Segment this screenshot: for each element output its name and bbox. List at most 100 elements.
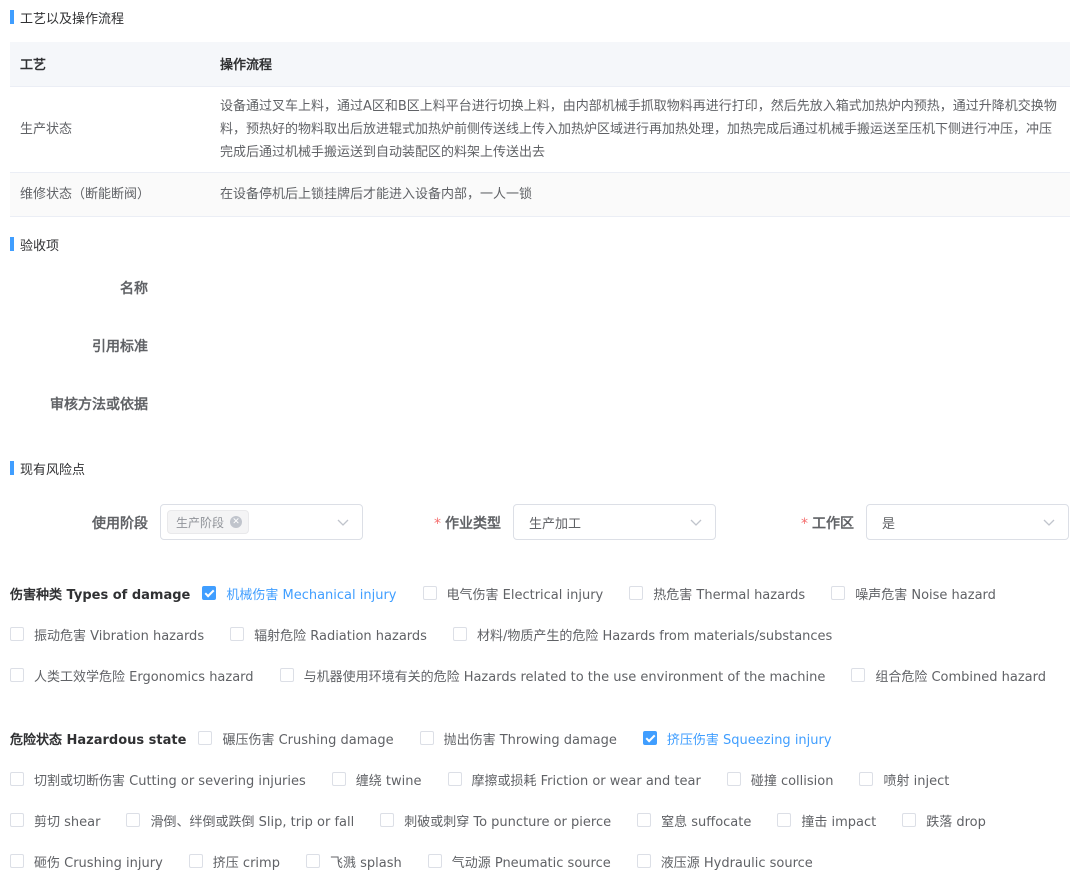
- checkbox-vibration-hazards[interactable]: 振动危害 Vibration hazards: [10, 625, 204, 644]
- section-title-risk: 现有风险点: [10, 460, 86, 478]
- damage-row-2: 振动危害 Vibration hazards 辐射危险 Radiation ha…: [10, 624, 858, 644]
- table-header-row: 工艺 操作流程: [10, 42, 1070, 87]
- checkbox-label: 辐射危险 Radiation hazards: [254, 628, 427, 644]
- stage-select[interactable]: 生产阶段 ✕: [160, 504, 363, 540]
- checkbox-ergonomics-hazard[interactable]: 人类工效学危险 Ergonomics hazard: [10, 666, 254, 685]
- checkbox-box[interactable]: [452, 627, 467, 641]
- checkbox-box[interactable]: [188, 854, 203, 868]
- method-label: 审核方法或依据: [50, 397, 148, 413]
- table-cell-flow: 设备通过叉车上料，通过A区和B区上料平台进行切换上料，由内部机械手抓取物料再进行…: [210, 86, 1070, 173]
- checkbox-cutting-injuries[interactable]: 切割或切断伤害 Cutting or severing injuries: [10, 770, 306, 789]
- job-type-label: * 作业类型: [400, 513, 501, 533]
- hazard-row-2: 切割或切断伤害 Cutting or severing injuries 缠绕 …: [10, 769, 975, 789]
- checkbox-electrical-injury[interactable]: 电气伤害 Electrical injury: [422, 584, 604, 603]
- checkbox-box[interactable]: [10, 813, 24, 827]
- checkbox-box[interactable]: [831, 586, 846, 600]
- work-area-select[interactable]: 是: [866, 504, 1069, 540]
- checkbox-throwing-damage[interactable]: 抛出伤害 Throwing damage: [419, 729, 617, 748]
- checkbox-hydraulic-source[interactable]: 液压源 Hydraulic source: [636, 852, 813, 871]
- checkbox-mechanical-injury[interactable]: 机械伤害 Mechanical injury: [202, 584, 397, 603]
- tag-close-icon[interactable]: ✕: [230, 516, 243, 528]
- checkbox-inject[interactable]: 喷射 inject: [859, 770, 949, 789]
- checkbox-impact[interactable]: 撞击 impact: [777, 811, 876, 830]
- checkbox-box[interactable]: [777, 813, 792, 827]
- checkbox-box[interactable]: [10, 772, 24, 786]
- section-title-process: 工艺以及操作流程: [10, 9, 124, 27]
- checkbox-label: 挤压 crimp: [212, 855, 280, 871]
- checkbox-label: 切割或切断伤害 Cutting or severing injuries: [34, 773, 306, 789]
- checkbox-box[interactable]: [198, 731, 213, 745]
- checkbox-material-hazards[interactable]: 材料/物质产生的危险 Hazards from materials/substa…: [452, 625, 832, 644]
- checkbox-label: 电气伤害 Electrical injury: [446, 587, 604, 603]
- checkbox-twine[interactable]: 缠绕 twine: [331, 770, 422, 789]
- checkbox-box[interactable]: [419, 731, 434, 745]
- required-mark: *: [434, 516, 441, 532]
- checkbox-box[interactable]: [902, 813, 917, 827]
- checkbox-box[interactable]: [422, 586, 437, 600]
- checkbox-friction[interactable]: 摩擦或损耗 Friction or wear and tear: [447, 770, 701, 789]
- section-marker: [10, 10, 14, 24]
- checkbox-box[interactable]: [859, 772, 874, 786]
- checkbox-splash[interactable]: 飞溅 splash: [305, 852, 402, 871]
- checkbox-box[interactable]: [10, 668, 24, 682]
- checkbox-thermal-hazards[interactable]: 热危害 Thermal hazards: [629, 584, 805, 603]
- checkbox-box[interactable]: [851, 668, 866, 682]
- job-type-label-text: 作业类型: [445, 516, 501, 532]
- checkbox-drop[interactable]: 跌落 drop: [902, 811, 986, 830]
- standard-label: 引用标准: [92, 339, 148, 355]
- checkbox-box[interactable]: [202, 586, 217, 600]
- checkbox-box[interactable]: [230, 627, 245, 641]
- checkbox-box[interactable]: [331, 772, 346, 786]
- checkbox-collision[interactable]: 碰撞 collision: [726, 770, 834, 789]
- checkbox-combined-hazard[interactable]: 组合危险 Combined hazard: [851, 666, 1046, 685]
- checkbox-box[interactable]: [447, 772, 462, 786]
- checkbox-box[interactable]: [126, 813, 141, 827]
- checkbox-box[interactable]: [279, 668, 294, 682]
- checkbox-label: 跌落 drop: [926, 814, 986, 830]
- table-cell-process: 维修状态（断能断阀）: [10, 172, 210, 217]
- checkbox-radiation-hazards[interactable]: 辐射危险 Radiation hazards: [230, 625, 427, 644]
- checkbox-shear[interactable]: 剪切 shear: [10, 811, 100, 830]
- checkbox-label: 碰撞 collision: [750, 773, 834, 789]
- checkbox-box[interactable]: [642, 731, 657, 745]
- checkbox-pneumatic-source[interactable]: 气动源 Pneumatic source: [427, 852, 611, 871]
- checkbox-box[interactable]: [380, 813, 395, 827]
- job-type-select[interactable]: 生产加工: [513, 504, 716, 540]
- checkbox-environment-hazards[interactable]: 与机器使用环境有关的危险 Hazards related to the use …: [279, 666, 826, 685]
- checkbox-box[interactable]: [305, 854, 320, 868]
- checkbox-box[interactable]: [636, 854, 651, 868]
- checkbox-label: 挤压伤害 Squeezing injury: [666, 732, 832, 748]
- checkbox-crushing-damage[interactable]: 碾压伤害 Crushing damage: [198, 729, 394, 748]
- column-header-process: 工艺: [10, 42, 210, 87]
- name-label: 名称: [120, 281, 148, 297]
- checkbox-crushing-injury[interactable]: 砸伤 Crushing injury: [10, 852, 163, 871]
- chevron-down-icon: [690, 519, 702, 526]
- checkbox-label: 噪声危害 Noise hazard: [855, 587, 996, 603]
- checkbox-label: 剪切 shear: [34, 814, 101, 830]
- checkbox-label: 热危害 Thermal hazards: [653, 587, 806, 603]
- section-marker: [10, 237, 14, 251]
- stage-tag: 生产阶段 ✕: [167, 510, 250, 534]
- section-title-text: 现有风险点: [20, 462, 86, 478]
- checkbox-box[interactable]: [726, 772, 741, 786]
- checkbox-box[interactable]: [427, 854, 442, 868]
- checkbox-slip-trip-fall[interactable]: 滑倒、绊倒或跌倒 Slip, trip or fall: [126, 811, 354, 830]
- checkbox-crimp[interactable]: 挤压 crimp: [188, 852, 280, 871]
- checkbox-puncture[interactable]: 刺破或刺穿 To puncture or pierce: [380, 811, 611, 830]
- section-marker: [10, 461, 14, 475]
- checkbox-box[interactable]: [10, 627, 24, 641]
- hazard-label: 危险状态 Hazardous state: [10, 732, 187, 748]
- checkbox-box[interactable]: [637, 813, 652, 827]
- checkbox-label: 气动源 Pneumatic source: [451, 855, 611, 871]
- checkbox-box[interactable]: [629, 586, 644, 600]
- table-row: 维修状态（断能断阀） 在设备停机后上锁挂牌后才能进入设备内部，一人一锁: [10, 172, 1070, 217]
- checkbox-box[interactable]: [10, 854, 24, 868]
- checkbox-noise-hazard[interactable]: 噪声危害 Noise hazard: [831, 584, 996, 603]
- checkbox-label: 与机器使用环境有关的危险 Hazards related to the use …: [303, 669, 826, 685]
- table-row: 生产状态 设备通过叉车上料，通过A区和B区上料平台进行切换上料，由内部机械手抓取…: [10, 86, 1070, 173]
- stage-tag-text: 生产阶段: [176, 515, 225, 530]
- checkbox-squeezing-injury[interactable]: 挤压伤害 Squeezing injury: [642, 729, 832, 748]
- damage-row-1: 伤害种类 Types of damage 机械伤害 Mechanical inj…: [10, 583, 1022, 603]
- checkbox-suffocate[interactable]: 窒息 suffocate: [637, 811, 751, 830]
- job-type-value: 生产加工: [529, 516, 582, 532]
